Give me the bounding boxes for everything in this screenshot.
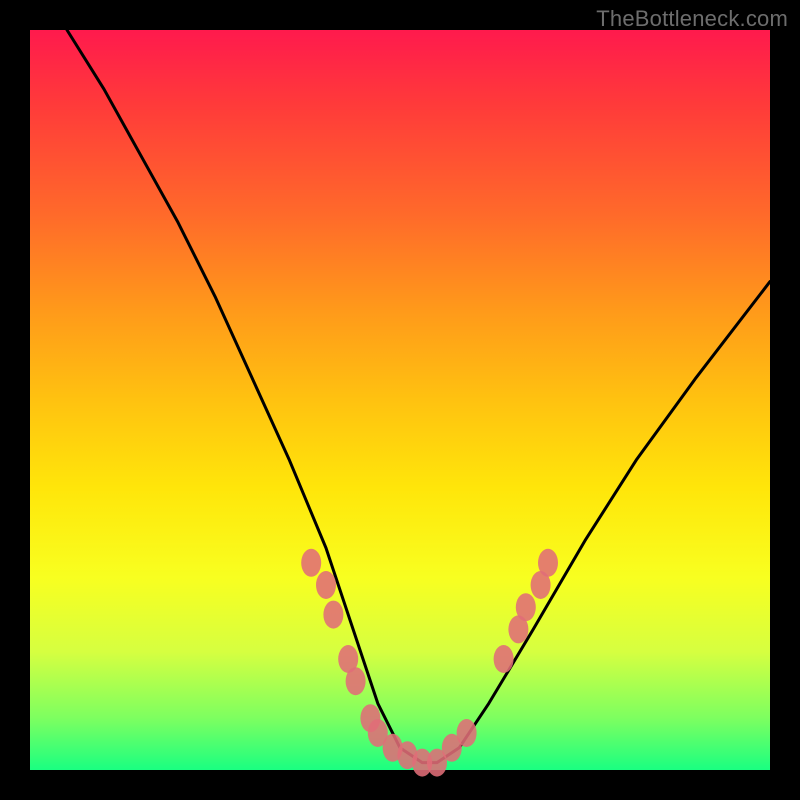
bottleneck-curve xyxy=(67,30,770,763)
data-marker xyxy=(494,645,514,673)
data-marker xyxy=(323,601,343,629)
data-marker xyxy=(301,549,321,577)
data-marker xyxy=(457,719,477,747)
data-marker xyxy=(538,549,558,577)
data-marker xyxy=(516,593,536,621)
watermark-text: TheBottleneck.com xyxy=(596,6,788,32)
data-marker xyxy=(316,571,336,599)
chart-frame: TheBottleneck.com xyxy=(0,0,800,800)
plot-area xyxy=(30,30,770,770)
curve-svg xyxy=(30,30,770,770)
data-marker xyxy=(346,667,366,695)
